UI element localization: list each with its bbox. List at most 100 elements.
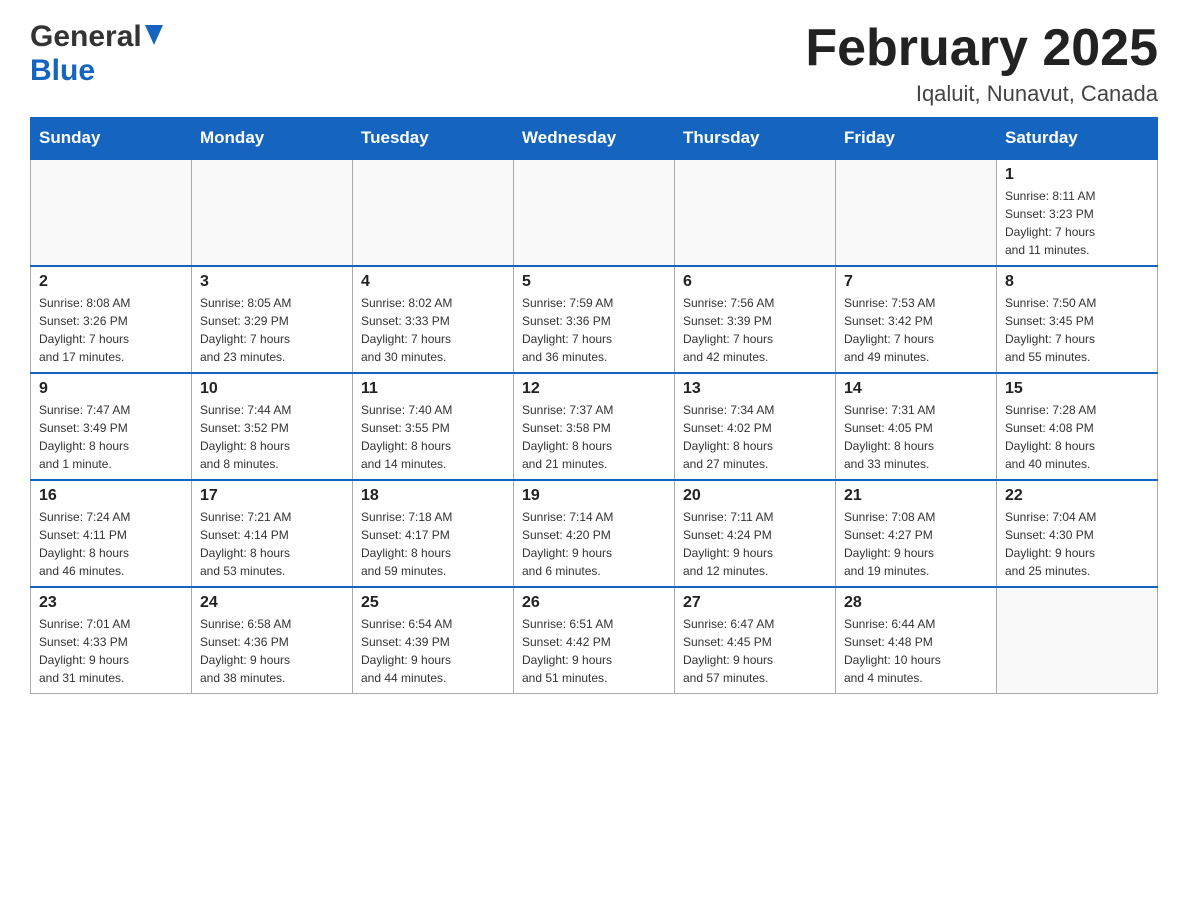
- day-number: 26: [522, 594, 666, 612]
- logo: General Blue: [30, 20, 163, 88]
- day-number: 10: [200, 380, 344, 398]
- day-info: Sunrise: 7:31 AM Sunset: 4:05 PM Dayligh…: [844, 401, 988, 473]
- day-number: 15: [1005, 380, 1149, 398]
- title-block: February 2025 Iqaluit, Nunavut, Canada: [805, 20, 1158, 107]
- day-info: Sunrise: 6:47 AM Sunset: 4:45 PM Dayligh…: [683, 615, 827, 687]
- header-saturday: Saturday: [997, 118, 1158, 160]
- day-number: 24: [200, 594, 344, 612]
- day-info: Sunrise: 6:44 AM Sunset: 4:48 PM Dayligh…: [844, 615, 988, 687]
- day-number: 3: [200, 273, 344, 291]
- logo-general-text: General: [30, 20, 142, 54]
- day-number: 22: [1005, 487, 1149, 505]
- table-row: 11 Sunrise: 7:40 AM Sunset: 3:55 PM Dayli…: [353, 373, 514, 480]
- day-number: 4: [361, 273, 505, 291]
- day-info: Sunrise: 7:50 AM Sunset: 3:45 PM Dayligh…: [1005, 294, 1149, 366]
- table-row: [675, 159, 836, 266]
- header-thursday: Thursday: [675, 118, 836, 160]
- table-row: [192, 159, 353, 266]
- table-row: 3 Sunrise: 8:05 AM Sunset: 3:29 PM Daylig…: [192, 266, 353, 373]
- table-row: 23Sunrise: 7:01 AM Sunset: 4:33 PM Dayli…: [31, 587, 192, 694]
- table-row: 2 Sunrise: 8:08 AM Sunset: 3:26 PM Daylig…: [31, 266, 192, 373]
- day-number: 6: [683, 273, 827, 291]
- day-number: 14: [844, 380, 988, 398]
- table-row: 10 Sunrise: 7:44 AM Sunset: 3:52 PM Dayli…: [192, 373, 353, 480]
- day-number: 13: [683, 380, 827, 398]
- table-row: 8 Sunrise: 7:50 AM Sunset: 3:45 PM Daylig…: [997, 266, 1158, 373]
- header-monday: Monday: [192, 118, 353, 160]
- calendar-week-row: 9 Sunrise: 7:47 AM Sunset: 3:49 PM Daylig…: [31, 373, 1158, 480]
- table-row: 13 Sunrise: 7:34 AM Sunset: 4:02 PM Dayli…: [675, 373, 836, 480]
- calendar-week-row: 2 Sunrise: 8:08 AM Sunset: 3:26 PM Daylig…: [31, 266, 1158, 373]
- day-info: Sunrise: 8:05 AM Sunset: 3:29 PM Dayligh…: [200, 294, 344, 366]
- table-row: 14 Sunrise: 7:31 AM Sunset: 4:05 PM Dayli…: [836, 373, 997, 480]
- calendar-header-row: Sunday Monday Tuesday Wednesday Thursday…: [31, 118, 1158, 160]
- table-row: 5Sunrise: 7:59 AM Sunset: 3:36 PM Daylig…: [514, 266, 675, 373]
- day-number: 8: [1005, 273, 1149, 291]
- day-info: Sunrise: 7:47 AM Sunset: 3:49 PM Dayligh…: [39, 401, 183, 473]
- table-row: 15 Sunrise: 7:28 AM Sunset: 4:08 PM Dayli…: [997, 373, 1158, 480]
- day-info: Sunrise: 7:28 AM Sunset: 4:08 PM Dayligh…: [1005, 401, 1149, 473]
- day-info: Sunrise: 6:51 AM Sunset: 4:42 PM Dayligh…: [522, 615, 666, 687]
- table-row: 7 Sunrise: 7:53 AM Sunset: 3:42 PM Daylig…: [836, 266, 997, 373]
- day-info: Sunrise: 7:56 AM Sunset: 3:39 PM Dayligh…: [683, 294, 827, 366]
- day-number: 12: [522, 380, 666, 398]
- day-number: 25: [361, 594, 505, 612]
- day-info: Sunrise: 7:59 AM Sunset: 3:36 PM Dayligh…: [522, 294, 666, 366]
- day-info: Sunrise: 7:40 AM Sunset: 3:55 PM Dayligh…: [361, 401, 505, 473]
- location-subtitle: Iqaluit, Nunavut, Canada: [805, 81, 1158, 107]
- day-number: 9: [39, 380, 183, 398]
- day-number: 2: [39, 273, 183, 291]
- table-row: 18 Sunrise: 7:18 AM Sunset: 4:17 PM Dayli…: [353, 480, 514, 587]
- day-info: Sunrise: 7:21 AM Sunset: 4:14 PM Dayligh…: [200, 508, 344, 580]
- day-info: Sunrise: 6:54 AM Sunset: 4:39 PM Dayligh…: [361, 615, 505, 687]
- table-row: 9 Sunrise: 7:47 AM Sunset: 3:49 PM Daylig…: [31, 373, 192, 480]
- logo-arrow-icon: [145, 25, 163, 50]
- header-wednesday: Wednesday: [514, 118, 675, 160]
- table-row: 19 Sunrise: 7:14 AM Sunset: 4:20 PM Dayli…: [514, 480, 675, 587]
- day-info: Sunrise: 6:58 AM Sunset: 4:36 PM Dayligh…: [200, 615, 344, 687]
- day-number: 16: [39, 487, 183, 505]
- page-header: General Blue February 2025 Iqaluit, Nuna…: [30, 20, 1158, 107]
- header-friday: Friday: [836, 118, 997, 160]
- day-info: Sunrise: 7:08 AM Sunset: 4:27 PM Dayligh…: [844, 508, 988, 580]
- day-number: 18: [361, 487, 505, 505]
- table-row: 25 Sunrise: 6:54 AM Sunset: 4:39 PM Dayli…: [353, 587, 514, 694]
- table-row: 28 Sunrise: 6:44 AM Sunset: 4:48 PM Dayli…: [836, 587, 997, 694]
- table-row: 22 Sunrise: 7:04 AM Sunset: 4:30 PM Dayli…: [997, 480, 1158, 587]
- table-row: 20 Sunrise: 7:11 AM Sunset: 4:24 PM Dayli…: [675, 480, 836, 587]
- day-number: 28: [844, 594, 988, 612]
- day-info: Sunrise: 7:24 AM Sunset: 4:11 PM Dayligh…: [39, 508, 183, 580]
- table-row: 17Sunrise: 7:21 AM Sunset: 4:14 PM Dayli…: [192, 480, 353, 587]
- day-info: Sunrise: 7:18 AM Sunset: 4:17 PM Dayligh…: [361, 508, 505, 580]
- day-number: 11: [361, 380, 505, 398]
- table-row: 12 Sunrise: 7:37 AM Sunset: 3:58 PM Dayli…: [514, 373, 675, 480]
- logo-blue-text: Blue: [30, 54, 95, 88]
- header-tuesday: Tuesday: [353, 118, 514, 160]
- table-row: 16 Sunrise: 7:24 AM Sunset: 4:11 PM Dayli…: [31, 480, 192, 587]
- table-row: [353, 159, 514, 266]
- day-info: Sunrise: 7:01 AM Sunset: 4:33 PM Dayligh…: [39, 615, 183, 687]
- day-number: 27: [683, 594, 827, 612]
- day-number: 20: [683, 487, 827, 505]
- day-info: Sunrise: 7:37 AM Sunset: 3:58 PM Dayligh…: [522, 401, 666, 473]
- table-row: [997, 587, 1158, 694]
- day-info: Sunrise: 8:11 AM Sunset: 3:23 PM Dayligh…: [1005, 187, 1149, 259]
- day-number: 7: [844, 273, 988, 291]
- day-info: Sunrise: 7:11 AM Sunset: 4:24 PM Dayligh…: [683, 508, 827, 580]
- day-info: Sunrise: 7:44 AM Sunset: 3:52 PM Dayligh…: [200, 401, 344, 473]
- day-info: Sunrise: 7:53 AM Sunset: 3:42 PM Dayligh…: [844, 294, 988, 366]
- day-info: Sunrise: 7:04 AM Sunset: 4:30 PM Dayligh…: [1005, 508, 1149, 580]
- calendar-week-row: 1 Sunrise: 8:11 AM Sunset: 3:23 PM Daylig…: [31, 159, 1158, 266]
- day-number: 1: [1005, 166, 1149, 184]
- header-sunday: Sunday: [31, 118, 192, 160]
- calendar-table: Sunday Monday Tuesday Wednesday Thursday…: [30, 117, 1158, 694]
- table-row: 26 Sunrise: 6:51 AM Sunset: 4:42 PM Dayli…: [514, 587, 675, 694]
- day-info: Sunrise: 7:34 AM Sunset: 4:02 PM Dayligh…: [683, 401, 827, 473]
- table-row: 21Sunrise: 7:08 AM Sunset: 4:27 PM Dayli…: [836, 480, 997, 587]
- day-info: Sunrise: 8:08 AM Sunset: 3:26 PM Dayligh…: [39, 294, 183, 366]
- table-row: [514, 159, 675, 266]
- day-info: Sunrise: 8:02 AM Sunset: 3:33 PM Dayligh…: [361, 294, 505, 366]
- day-info: Sunrise: 7:14 AM Sunset: 4:20 PM Dayligh…: [522, 508, 666, 580]
- day-number: 19: [522, 487, 666, 505]
- table-row: 27 Sunrise: 6:47 AM Sunset: 4:45 PM Dayli…: [675, 587, 836, 694]
